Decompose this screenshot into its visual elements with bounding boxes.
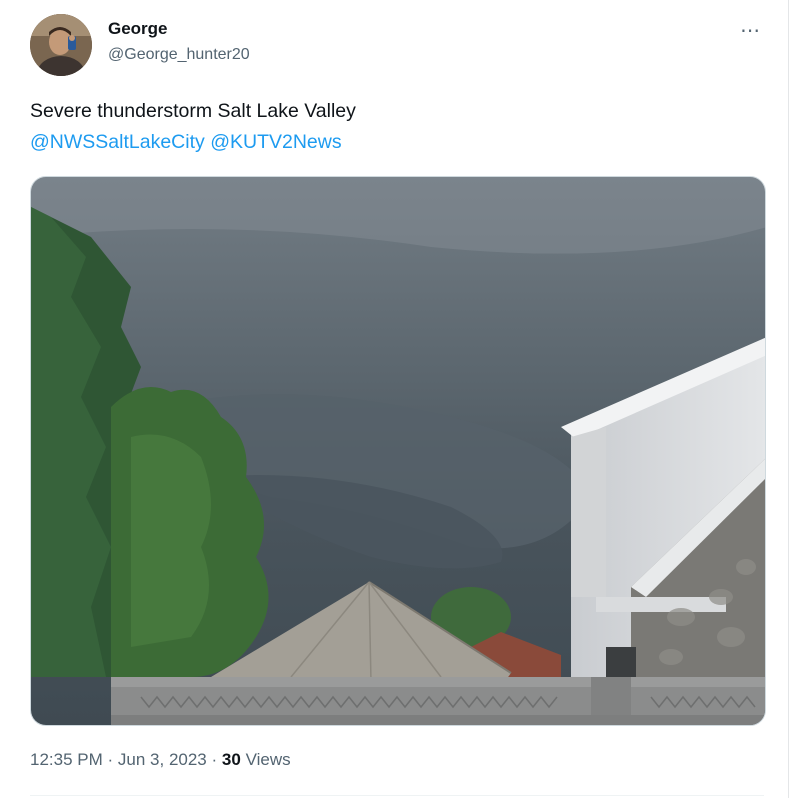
mention-link[interactable]: @KUTV2News <box>210 131 341 153</box>
author-handle[interactable]: @George_hunter20 <box>108 46 250 64</box>
author-name[interactable]: George <box>108 19 168 39</box>
tweet-card: George @George_hunter20 ⋯ Severe thunder… <box>0 0 789 798</box>
more-options-icon[interactable]: ⋯ <box>740 18 761 43</box>
tweet-photo[interactable] <box>30 176 766 726</box>
views-count: 30 <box>221 750 241 769</box>
tweet-text: Severe thunderstorm Salt Lake Valley <box>30 100 356 122</box>
tweet-meta: 12:35 PM · Jun 3, 2023 · 30 Views <box>30 750 291 770</box>
meta-separator: · <box>211 750 218 769</box>
meta-separator: · <box>107 750 114 769</box>
tweet-time[interactable]: 12:35 PM <box>30 750 103 769</box>
tweet-date[interactable]: Jun 3, 2023 <box>118 750 207 769</box>
views-label: Views <box>245 750 291 769</box>
avatar-photo <box>30 14 92 76</box>
divider <box>30 795 764 796</box>
avatar[interactable] <box>30 14 92 76</box>
mention-link[interactable]: @NWSSaltLakeCity <box>30 131 205 153</box>
tweet-mentions: @NWSSaltLakeCity @KUTV2News <box>30 131 342 154</box>
storm-photo-image <box>31 177 765 725</box>
